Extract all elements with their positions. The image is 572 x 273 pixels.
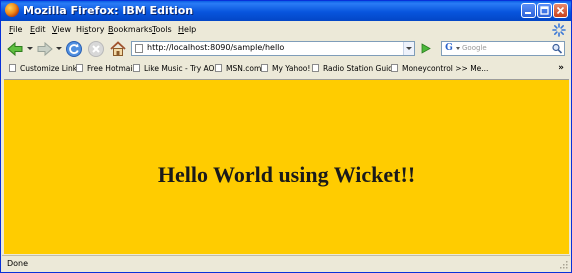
maximize-button[interactable] [537, 3, 552, 18]
forward-dropdown[interactable] [56, 47, 62, 50]
bookmark-page-icon [261, 64, 268, 72]
bookmarks-overflow-chevron[interactable]: » [558, 63, 564, 73]
bookmark-item[interactable]: Customize Links [9, 64, 81, 73]
go-icon[interactable] [419, 42, 432, 55]
reload-icon[interactable] [65, 40, 83, 58]
status-bar: Done [2, 255, 570, 272]
browser-window: Mozilla Firefox: IBM Edition File Edit V… [0, 0, 572, 273]
back-dropdown[interactable] [27, 47, 33, 50]
url-history-dropdown[interactable] [403, 42, 414, 55]
page-content: Hello World using Wicket!! [4, 79, 569, 254]
minimize-icon [525, 12, 531, 14]
menu-bar: File Edit View History Bookmarks Tools H… [1, 21, 571, 38]
page-heading: Hello World using Wicket!! [157, 162, 416, 187]
home-icon[interactable] [109, 40, 127, 58]
bookmark-label: Customize Links [20, 64, 82, 73]
bookmarks-toolbar: Customize Links Free Hotmail Like Music … [1, 61, 571, 77]
bookmark-label: Moneycontrol >> Me... [402, 64, 489, 73]
maximize-icon [540, 6, 549, 15]
bookmark-label: Radio Station Guide [323, 64, 398, 73]
search-input[interactable]: Google [462, 44, 487, 52]
bookmark-item[interactable]: Moneycontrol >> Me... [391, 64, 488, 73]
bookmark-label: My Yahoo! [272, 64, 311, 73]
bookmark-page-icon [9, 64, 16, 72]
bookmark-page-icon [391, 64, 398, 72]
url-bar[interactable]: http://localhost:8090/sample/hello [131, 41, 415, 56]
navigation-toolbar: http://localhost:8090/sample/hello G Goo… [1, 38, 571, 60]
firefox-icon [5, 3, 19, 17]
bookmark-label: Free Hotmail [87, 64, 135, 73]
menu-bookmarks[interactable]: Bookmarks [108, 25, 153, 34]
close-icon [556, 6, 565, 15]
bookmark-item[interactable]: Like Music - Try AOL! [133, 64, 222, 73]
bookmark-page-icon [312, 64, 319, 72]
back-icon[interactable] [6, 40, 24, 58]
menu-history[interactable]: History [76, 25, 104, 34]
bookmark-item[interactable]: Radio Station Guide [312, 64, 398, 73]
menu-edit[interactable]: Edit [30, 25, 46, 34]
menu-view[interactable]: View [52, 25, 71, 34]
bookmark-item[interactable]: My Yahoo! [261, 64, 310, 73]
resize-grip-icon[interactable] [558, 259, 568, 269]
bookmark-item[interactable]: MSN.com [215, 64, 261, 73]
bookmark-label: MSN.com [226, 64, 262, 73]
stop-icon[interactable] [87, 40, 105, 58]
forward-icon[interactable] [36, 40, 54, 58]
menu-file[interactable]: File [9, 25, 22, 34]
bookmark-page-icon [215, 64, 222, 72]
bookmark-item[interactable]: Free Hotmail [76, 64, 135, 73]
search-icon[interactable] [551, 43, 563, 54]
throbber-icon [552, 23, 566, 37]
page-icon [135, 44, 143, 53]
search-engine-selector[interactable]: G [443, 43, 455, 54]
bookmark-page-icon [76, 64, 83, 72]
search-engine-dropdown[interactable] [456, 47, 460, 50]
window-title: Mozilla Firefox: IBM Edition [23, 4, 194, 17]
menu-tools[interactable]: Tools [152, 25, 172, 34]
status-text: Done [7, 259, 29, 268]
minimize-button[interactable] [521, 3, 536, 18]
search-bar[interactable]: G Google [441, 41, 565, 56]
close-button[interactable] [553, 3, 568, 18]
bookmark-label: Like Music - Try AOL! [144, 64, 222, 73]
menu-help[interactable]: Help [178, 25, 196, 34]
title-bar[interactable]: Mozilla Firefox: IBM Edition [1, 1, 571, 21]
bookmark-page-icon [133, 64, 140, 72]
url-text: http://localhost:8090/sample/hello [147, 43, 285, 52]
